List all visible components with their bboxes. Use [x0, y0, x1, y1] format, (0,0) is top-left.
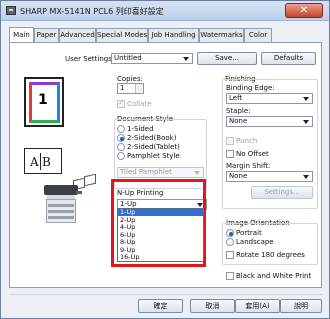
- black-white-print-checkbox[interactable]: [226, 272, 234, 280]
- tab-job-handling[interactable]: Job Handling: [148, 28, 199, 42]
- settings-button[interactable]: Settings...: [251, 186, 313, 199]
- punch-label: Punch: [236, 137, 258, 145]
- binding-line: [40, 153, 41, 170]
- tab-main[interactable]: Main: [9, 27, 34, 42]
- preview-page-number: 1: [38, 92, 48, 108]
- cancel-button[interactable]: 取消: [190, 299, 235, 313]
- no-offset-checkbox[interactable]: [226, 150, 234, 158]
- binding-edge-select[interactable]: Left: [226, 93, 313, 104]
- close-button[interactable]: ✕: [285, 3, 323, 18]
- printer-icon: [6, 6, 16, 15]
- tab-watermarks[interactable]: Watermarks: [199, 28, 244, 42]
- landscape-label: Landscape: [236, 238, 274, 246]
- apply-button[interactable]: 套用(A): [235, 299, 280, 313]
- nup-option-16-up[interactable]: 16-Up: [118, 254, 203, 261]
- pamphlet-type-select[interactable]: Tiled Pamphlet: [117, 167, 204, 178]
- radio-1-sided[interactable]: [117, 125, 125, 133]
- staple-value: None: [229, 117, 248, 125]
- page-preview: 1 A B: [24, 77, 104, 223]
- pamphlet-type-value: Tiled Pamphlet: [120, 168, 172, 176]
- nup-option-4-up[interactable]: 4-Up: [118, 224, 203, 231]
- margin-shift-select[interactable]: None: [226, 171, 313, 182]
- option-2-sided-book-label: 2-Sided(Book): [127, 134, 177, 142]
- punch-checkbox[interactable]: [226, 137, 234, 145]
- rotate-180-label: Rotate 180 degrees: [236, 251, 305, 259]
- copies-label: Copies:: [117, 75, 143, 83]
- margin-shift-value: None: [229, 172, 248, 180]
- binding-edge-label: Binding Edge:: [226, 84, 275, 92]
- defaults-button[interactable]: Defaults: [261, 52, 316, 65]
- chevron-down-icon: [183, 57, 189, 61]
- radio-pamphlet-style[interactable]: [117, 152, 125, 160]
- user-settings-label: User Settings:: [65, 55, 115, 63]
- save-button[interactable]: Save...: [197, 52, 257, 65]
- option-2-sided-tablet-label: 2-Sided(Tablet): [127, 143, 180, 151]
- nup-option-1-up[interactable]: 1-Up: [118, 209, 203, 216]
- radio-portrait[interactable]: [226, 229, 234, 237]
- option-1-sided-label: 1-Sided: [127, 125, 154, 133]
- tab-special-modes[interactable]: Special Modes: [96, 28, 148, 42]
- title-bar: SHARP MX-5141N PCL6 列印喜好設定 ✕: [1, 1, 329, 21]
- black-white-print-label: Black and White Print: [236, 272, 312, 280]
- help-button[interactable]: 說明: [280, 299, 322, 313]
- tab-advanced[interactable]: Advanced: [59, 28, 96, 42]
- duplex-preview: A B: [24, 148, 62, 174]
- margin-shift-label: Margin Shift:: [226, 162, 271, 170]
- option-pamphlet-style-label: Pamphlet Style: [127, 152, 180, 160]
- binding-edge-value: Left: [229, 94, 243, 102]
- no-offset-label: No Offset: [236, 150, 269, 158]
- nup-dropdown-list[interactable]: 1-Up 2-Up 4-Up 6-Up 8-Up 9-Up 16-Up: [117, 208, 204, 262]
- tab-color[interactable]: Color: [244, 28, 272, 42]
- collate-label: Collate: [127, 100, 152, 108]
- ok-button[interactable]: 確定: [138, 299, 183, 313]
- duplex-letter-a: A: [30, 155, 39, 169]
- printer-illustration: [44, 185, 84, 247]
- radio-landscape[interactable]: [226, 238, 234, 246]
- nup-option-8-up[interactable]: 8-Up: [118, 239, 203, 246]
- printing-preferences-window: SHARP MX-5141N PCL6 列印喜好設定 ✕ Main Paper …: [0, 0, 330, 319]
- copies-stepper[interactable]: 1: [117, 83, 144, 94]
- collate-checkbox[interactable]: [117, 98, 125, 108]
- duplex-letter-b: B: [42, 155, 51, 169]
- footer-divider: [9, 294, 323, 295]
- radio-2-sided-tablet[interactable]: [117, 143, 125, 151]
- rotate-180-checkbox[interactable]: [226, 251, 234, 259]
- preview-page-frame: 1: [24, 77, 64, 127]
- window-title: SHARP MX-5141N PCL6 列印喜好設定: [20, 7, 164, 16]
- portrait-label: Portrait: [236, 229, 262, 237]
- radio-2-sided-book[interactable]: [117, 134, 125, 142]
- staple-label: Staple:: [226, 107, 251, 115]
- tab-paper[interactable]: Paper: [34, 28, 59, 42]
- user-settings-value: Untitled: [114, 54, 142, 62]
- chevron-down-icon: [303, 120, 309, 124]
- chevron-down-icon: [303, 175, 309, 179]
- user-settings-select[interactable]: Untitled: [111, 53, 193, 64]
- chevron-down-icon: [303, 97, 309, 101]
- staple-select[interactable]: None: [226, 116, 313, 127]
- spin-down-icon[interactable]: [135, 88, 143, 93]
- copies-value: 1: [120, 84, 125, 92]
- chevron-down-icon: [194, 171, 200, 175]
